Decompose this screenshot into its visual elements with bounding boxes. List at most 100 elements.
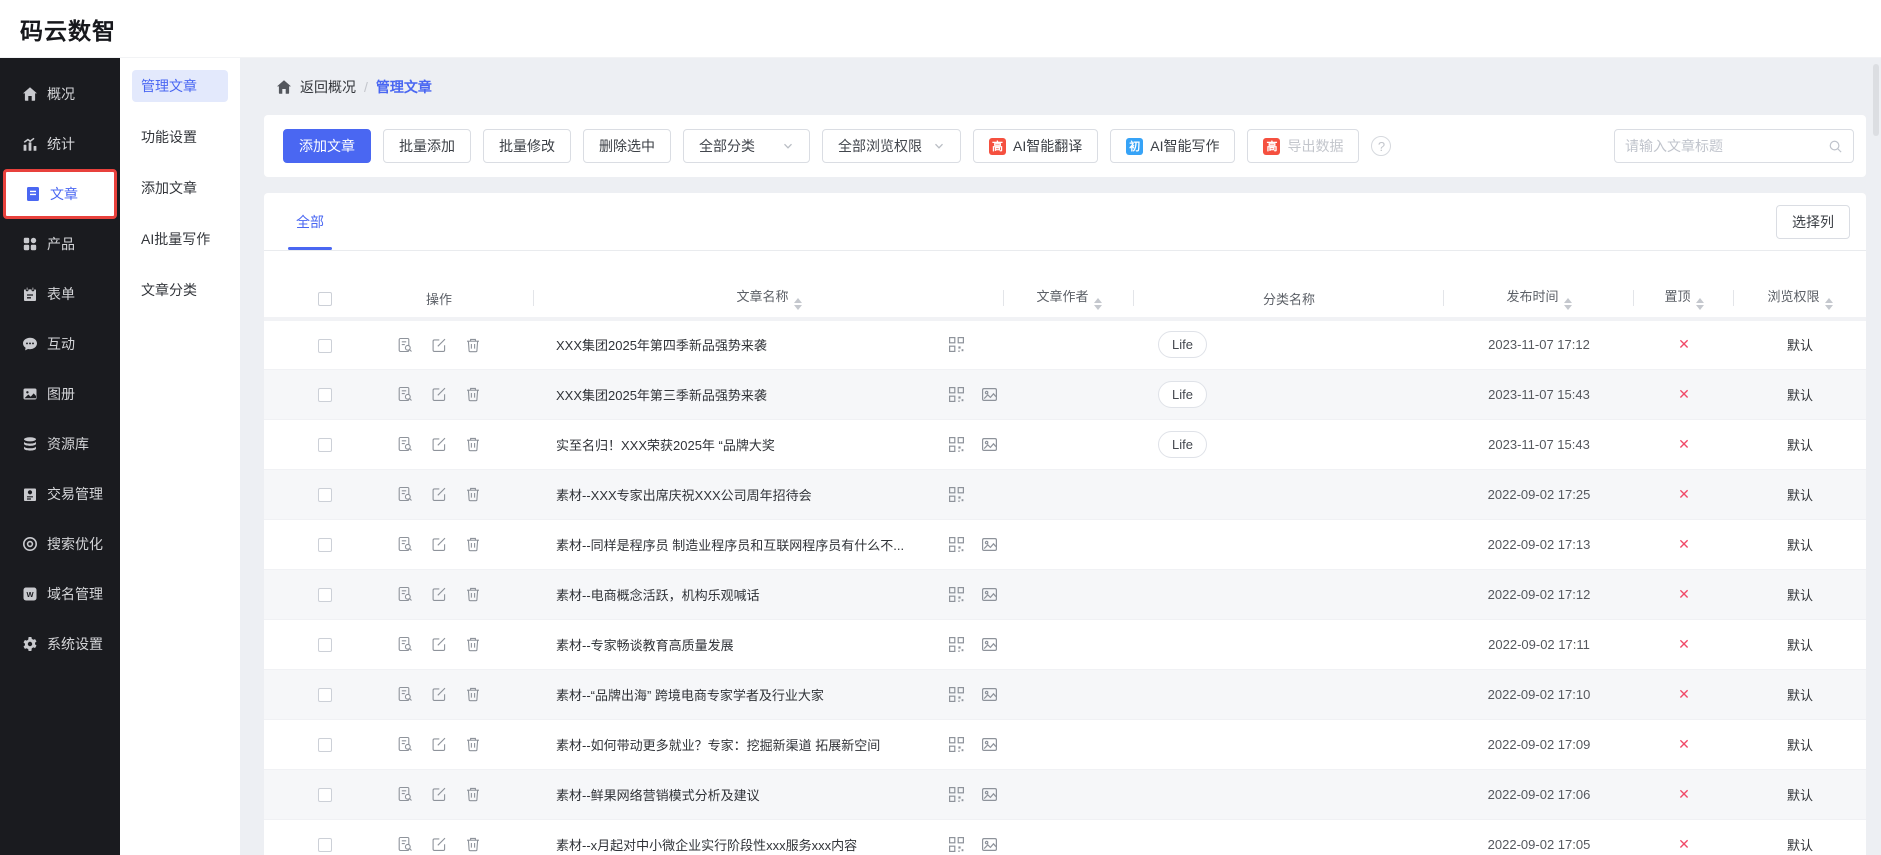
delete-article-button[interactable] (465, 586, 481, 602)
help-icon[interactable]: ? (1371, 136, 1392, 156)
column-header-publish_time[interactable]: 发布时间 (1444, 279, 1634, 321)
qr-code-icon[interactable] (948, 786, 965, 803)
batch-add-button[interactable]: 批量添加 (383, 129, 471, 163)
row-checkbox[interactable] (318, 837, 332, 852)
choose-columns-button[interactable]: 选择列 (1776, 204, 1850, 239)
sidebar-item-forms[interactable]: 表单 (0, 269, 120, 319)
row-checkbox[interactable] (318, 437, 332, 452)
row-checkbox[interactable] (318, 537, 332, 552)
qr-code-icon[interactable] (948, 736, 965, 753)
batch-edit-button[interactable]: 批量修改 (483, 129, 571, 163)
sidebar-item-settings[interactable]: 系统设置 (0, 619, 120, 669)
row-checkbox[interactable] (318, 637, 332, 652)
qr-code-icon[interactable] (948, 486, 965, 503)
qr-code-icon[interactable] (948, 336, 965, 353)
column-header-pinned[interactable]: 置顶 (1634, 279, 1734, 321)
submenu-item-manage-articles[interactable]: 管理文章 (132, 70, 228, 102)
sort-carets-icon[interactable] (1824, 298, 1833, 310)
row-checkbox[interactable] (318, 387, 332, 402)
image-attachment-icon[interactable] (981, 536, 998, 553)
view-article-button[interactable] (397, 586, 413, 602)
export-data-button[interactable]: 高 导出数据 (1247, 129, 1360, 163)
delete-article-button[interactable] (465, 736, 481, 752)
home-icon[interactable] (276, 79, 292, 95)
sidebar-item-album[interactable]: 图册 (0, 369, 120, 419)
row-checkbox[interactable] (318, 737, 332, 752)
edit-article-button[interactable] (431, 586, 447, 602)
view-article-button[interactable] (397, 486, 413, 502)
row-checkbox[interactable] (318, 338, 332, 353)
delete-article-button[interactable] (465, 436, 481, 452)
qr-code-icon[interactable] (948, 636, 965, 653)
column-header-author[interactable]: 文章作者 (1004, 279, 1134, 321)
delete-selected-button[interactable]: 删除选中 (583, 129, 671, 163)
breadcrumb-back-link[interactable]: 返回概况 (300, 77, 356, 97)
edit-article-button[interactable] (431, 736, 447, 752)
column-header-permission[interactable]: 浏览权限 (1734, 279, 1866, 321)
tab-all[interactable]: 全部 (288, 193, 332, 250)
sidebar-item-resources[interactable]: 资源库 (0, 419, 120, 469)
view-article-button[interactable] (397, 386, 413, 402)
sidebar-item-trade[interactable]: 交易管理 (0, 469, 120, 519)
view-article-button[interactable] (397, 686, 413, 702)
permission-filter-select[interactable]: 全部浏览权限 (822, 129, 961, 163)
sidebar-item-articles[interactable]: 文章 (3, 169, 117, 219)
sidebar-item-overview[interactable]: 概况 (0, 69, 120, 119)
view-article-button[interactable] (397, 736, 413, 752)
submenu-item-feature-settings[interactable]: 功能设置 (132, 121, 228, 153)
sort-carets-icon[interactable] (1093, 298, 1102, 310)
scrollbar-thumb[interactable] (1873, 64, 1879, 136)
image-attachment-icon[interactable] (981, 786, 998, 803)
view-article-button[interactable] (397, 636, 413, 652)
delete-article-button[interactable] (465, 536, 481, 552)
delete-article-button[interactable] (465, 786, 481, 802)
view-article-button[interactable] (397, 436, 413, 452)
row-checkbox[interactable] (318, 587, 332, 602)
qr-code-icon[interactable] (948, 536, 965, 553)
view-article-button[interactable] (397, 836, 413, 852)
column-header-title[interactable]: 文章名称 (534, 279, 1004, 321)
edit-article-button[interactable] (431, 386, 447, 402)
ai-write-button[interactable]: 初 AI智能写作 (1110, 129, 1236, 163)
category-filter-select[interactable]: 全部分类 (683, 129, 810, 163)
search-icon[interactable] (1828, 139, 1843, 154)
sort-carets-icon[interactable] (793, 298, 802, 310)
qr-code-icon[interactable] (948, 386, 965, 403)
image-attachment-icon[interactable] (981, 386, 998, 403)
sidebar-item-products[interactable]: 产品 (0, 219, 120, 269)
edit-article-button[interactable] (431, 636, 447, 652)
ai-translate-button[interactable]: 高 AI智能翻译 (973, 129, 1099, 163)
view-article-button[interactable] (397, 337, 413, 353)
edit-article-button[interactable] (431, 486, 447, 502)
row-checkbox[interactable] (318, 487, 332, 502)
search-input[interactable] (1625, 138, 1822, 154)
image-attachment-icon[interactable] (981, 836, 998, 853)
select-all-checkbox[interactable] (318, 291, 332, 306)
qr-code-icon[interactable] (948, 686, 965, 703)
image-attachment-icon[interactable] (981, 636, 998, 653)
qr-code-icon[interactable] (948, 836, 965, 853)
edit-article-button[interactable] (431, 786, 447, 802)
edit-article-button[interactable] (431, 436, 447, 452)
sort-carets-icon[interactable] (1695, 298, 1704, 310)
view-article-button[interactable] (397, 536, 413, 552)
edit-article-button[interactable] (431, 337, 447, 353)
image-attachment-icon[interactable] (981, 586, 998, 603)
submenu-item-article-categories[interactable]: 文章分类 (132, 274, 228, 306)
delete-article-button[interactable] (465, 686, 481, 702)
row-checkbox[interactable] (318, 787, 332, 802)
view-article-button[interactable] (397, 786, 413, 802)
submenu-item-add-article[interactable]: 添加文章 (132, 172, 228, 204)
edit-article-button[interactable] (431, 836, 447, 852)
edit-article-button[interactable] (431, 686, 447, 702)
image-attachment-icon[interactable] (981, 436, 998, 453)
delete-article-button[interactable] (465, 386, 481, 402)
qr-code-icon[interactable] (948, 586, 965, 603)
sort-carets-icon[interactable] (1563, 298, 1572, 310)
sidebar-item-domain[interactable]: W 域名管理 (0, 569, 120, 619)
sidebar-item-seo[interactable]: 搜索优化 (0, 519, 120, 569)
delete-article-button[interactable] (465, 836, 481, 852)
delete-article-button[interactable] (465, 486, 481, 502)
qr-code-icon[interactable] (948, 436, 965, 453)
submenu-item-ai-batch-writing[interactable]: AI批量写作 (132, 223, 228, 255)
